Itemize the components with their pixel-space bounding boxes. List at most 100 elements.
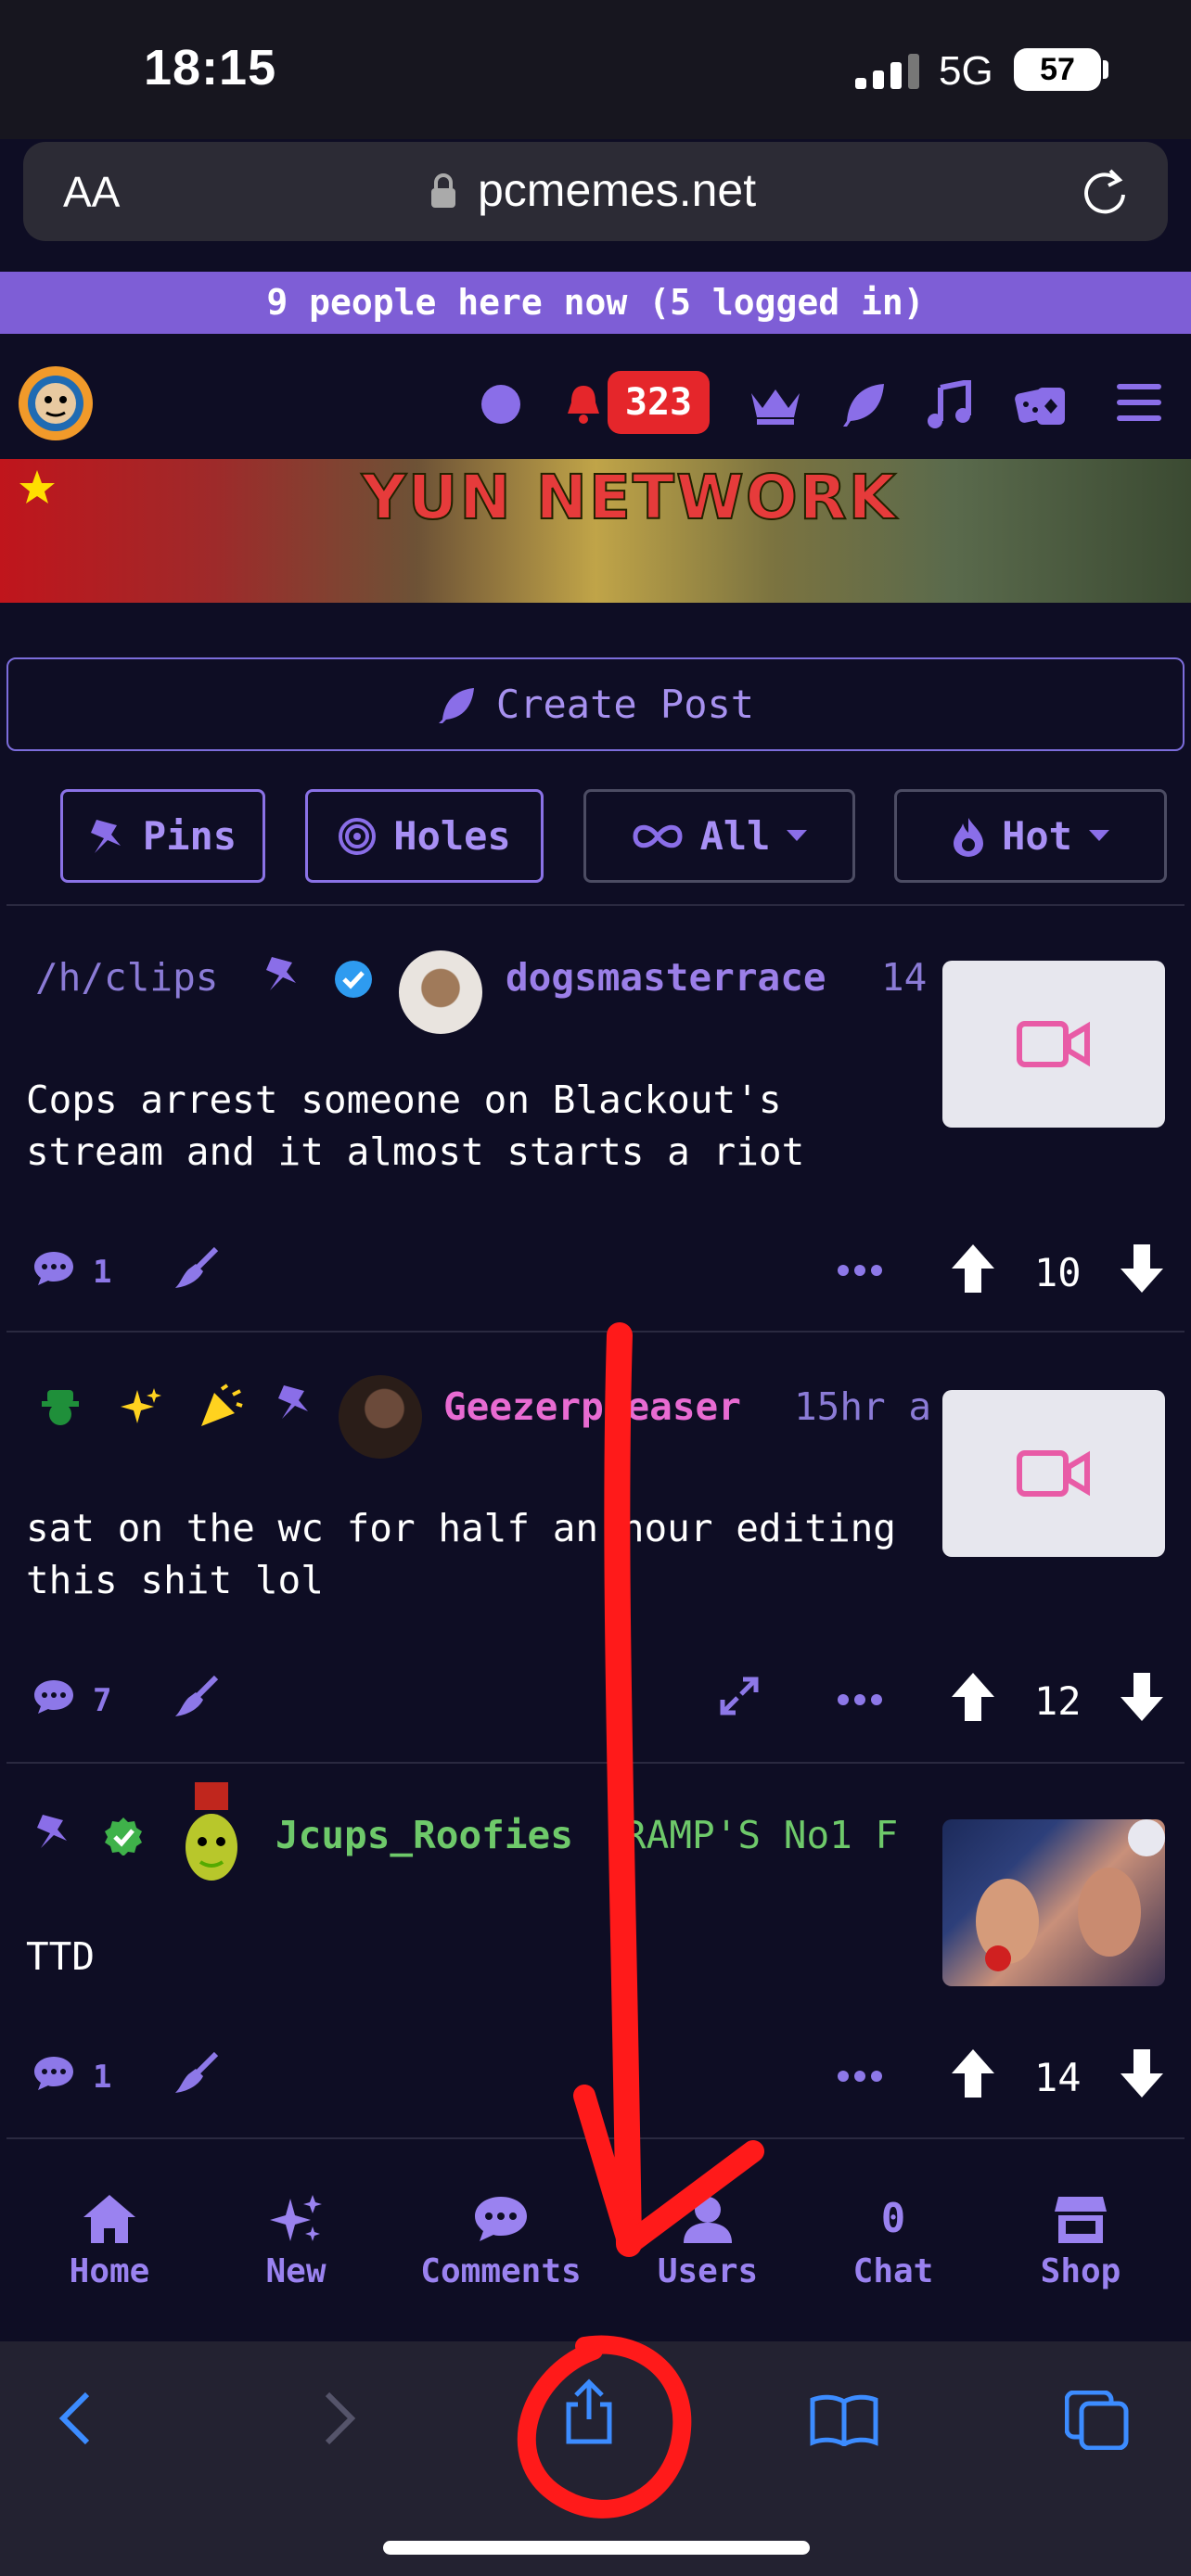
post-timestamp: 15hr a (794, 1384, 932, 1429)
home-icon (83, 2195, 135, 2243)
notification-count-badge[interactable]: 323 (608, 371, 710, 434)
forward-icon[interactable] (320, 2391, 357, 2446)
upvote-icon[interactable] (950, 1243, 996, 1294)
banner-title: YUN NETWORK (361, 461, 898, 534)
verified-badge-icon (104, 1817, 143, 1855)
comment-count[interactable]: 7 (93, 1682, 111, 1719)
nav-home[interactable]: Home (26, 2193, 193, 2290)
post-thumbnail-image[interactable] (942, 1819, 1165, 1986)
reload-icon[interactable] (1081, 167, 1129, 215)
avatar[interactable] (399, 950, 482, 1034)
downvote-icon[interactable] (1119, 2047, 1165, 2099)
pin-icon (276, 1384, 314, 1421)
filter-holes-button[interactable]: Holes (305, 789, 544, 883)
site-logo[interactable] (7, 359, 104, 447)
create-post-button[interactable]: Create Post (6, 657, 1185, 751)
holes-icon (338, 817, 377, 856)
post-title-line1[interactable]: TTD (26, 1931, 926, 1983)
share-icon[interactable] (563, 2378, 615, 2445)
infinity-icon (632, 823, 684, 850)
filter-pins-label: Pins (142, 813, 237, 859)
bookmarks-icon[interactable] (809, 2392, 879, 2446)
battery-nub (1103, 60, 1108, 79)
broom-icon[interactable] (172, 2052, 220, 2095)
filter-pins-button[interactable]: Pins (60, 789, 265, 883)
crown-icon[interactable] (749, 388, 801, 425)
video-camera-icon (1017, 1448, 1091, 1498)
more-options-icon[interactable] (838, 2071, 882, 2082)
party-popper-icon (199, 1384, 244, 1428)
nav-shop[interactable]: Shop (997, 2193, 1164, 2290)
post-username[interactable]: Geezerpleaser (443, 1384, 741, 1429)
more-options-icon[interactable] (838, 1265, 882, 1276)
pin-icon (264, 955, 301, 992)
post-score: 10 (1034, 1250, 1082, 1295)
post-title-line1[interactable]: sat on the wc for half an hour editing (26, 1502, 926, 1555)
battery-indicator: 57 (1014, 48, 1101, 91)
expand-icon[interactable] (719, 1676, 760, 1716)
post-username[interactable]: dogsmasterrace (506, 955, 826, 1000)
filter-hot-dropdown[interactable]: Hot (894, 789, 1167, 883)
chat-count: 0 (880, 2195, 906, 2242)
post-username[interactable]: Jcups_Roofies (275, 1813, 573, 1857)
broom-icon[interactable] (172, 1676, 220, 1718)
post-thumbnail[interactable] (942, 961, 1165, 1128)
post-title-line1[interactable]: Cops arrest someone on Blackout's (26, 1074, 926, 1127)
comment-count[interactable]: 1 (93, 2059, 111, 2096)
casino-cards-icon[interactable] (1015, 380, 1067, 428)
lock-icon (429, 172, 457, 210)
verified-badge-icon (334, 960, 373, 999)
nav-home-label: Home (69, 2252, 150, 2290)
nav-chat[interactable]: 0 Chat (810, 2193, 977, 2290)
video-camera-icon (1017, 1019, 1091, 1069)
post-title-line2[interactable]: stream and it almost starts a riot (26, 1126, 926, 1179)
flame-icon (952, 816, 985, 857)
upvote-icon[interactable] (950, 2047, 996, 2099)
home-indicator (383, 2541, 810, 2555)
bell-icon[interactable] (565, 382, 602, 425)
nav-users[interactable]: Users (624, 2193, 791, 2290)
downvote-icon[interactable] (1119, 1243, 1165, 1294)
user-flair: RAMP'S No1 F (623, 1813, 899, 1857)
spy-emoji-icon (42, 1386, 79, 1427)
music-icon[interactable] (926, 380, 972, 428)
pin-icon (89, 818, 126, 855)
nav-shop-label: Shop (1040, 2252, 1121, 2290)
nav-comments[interactable]: Comments (417, 2193, 584, 2290)
comment-icon[interactable] (32, 1250, 75, 1287)
filter-all-dropdown[interactable]: All (583, 789, 855, 883)
avatar[interactable] (339, 1375, 422, 1459)
status-dot-icon[interactable] (480, 384, 521, 425)
back-icon[interactable] (58, 2391, 95, 2446)
comment-count[interactable]: 1 (93, 1254, 111, 1291)
store-icon (1055, 2197, 1107, 2243)
menu-hamburger-icon[interactable] (1117, 384, 1161, 421)
sparkles-icon (270, 2195, 322, 2241)
post-title-line2[interactable]: this shit lol (26, 1554, 926, 1607)
post-hole-link[interactable]: /h/clips (35, 955, 218, 1000)
feather-icon[interactable] (839, 380, 888, 428)
create-post-label: Create Post (495, 682, 755, 727)
nav-comments-label: Comments (420, 2252, 582, 2290)
nav-new[interactable]: New (212, 2193, 379, 2290)
nav-new-label: New (265, 2252, 327, 2290)
upvote-icon[interactable] (950, 1671, 996, 1723)
users-icon (684, 2197, 732, 2243)
tabs-icon[interactable] (1065, 2391, 1130, 2450)
online-users-banner: 9 people here now (5 logged in) (0, 272, 1191, 334)
comment-icon[interactable] (32, 1678, 75, 1715)
broom-icon[interactable] (172, 1247, 220, 1290)
avatar[interactable] (182, 1780, 241, 1892)
nav-chat-label: Chat (852, 2252, 934, 2290)
comment-icon[interactable] (32, 2055, 75, 2092)
downvote-icon[interactable] (1119, 1671, 1165, 1723)
status-time: 18:15 (144, 40, 277, 96)
more-options-icon[interactable] (838, 1694, 882, 1705)
url-text[interactable]: pcmemes.net (478, 163, 756, 217)
pin-icon (35, 1813, 72, 1850)
comment-icon (475, 2197, 527, 2241)
sparkles-icon (121, 1386, 161, 1427)
post-thumbnail[interactable] (942, 1390, 1165, 1557)
caret-down-icon (787, 829, 808, 843)
reader-text-size-button[interactable]: AA (63, 167, 120, 217)
